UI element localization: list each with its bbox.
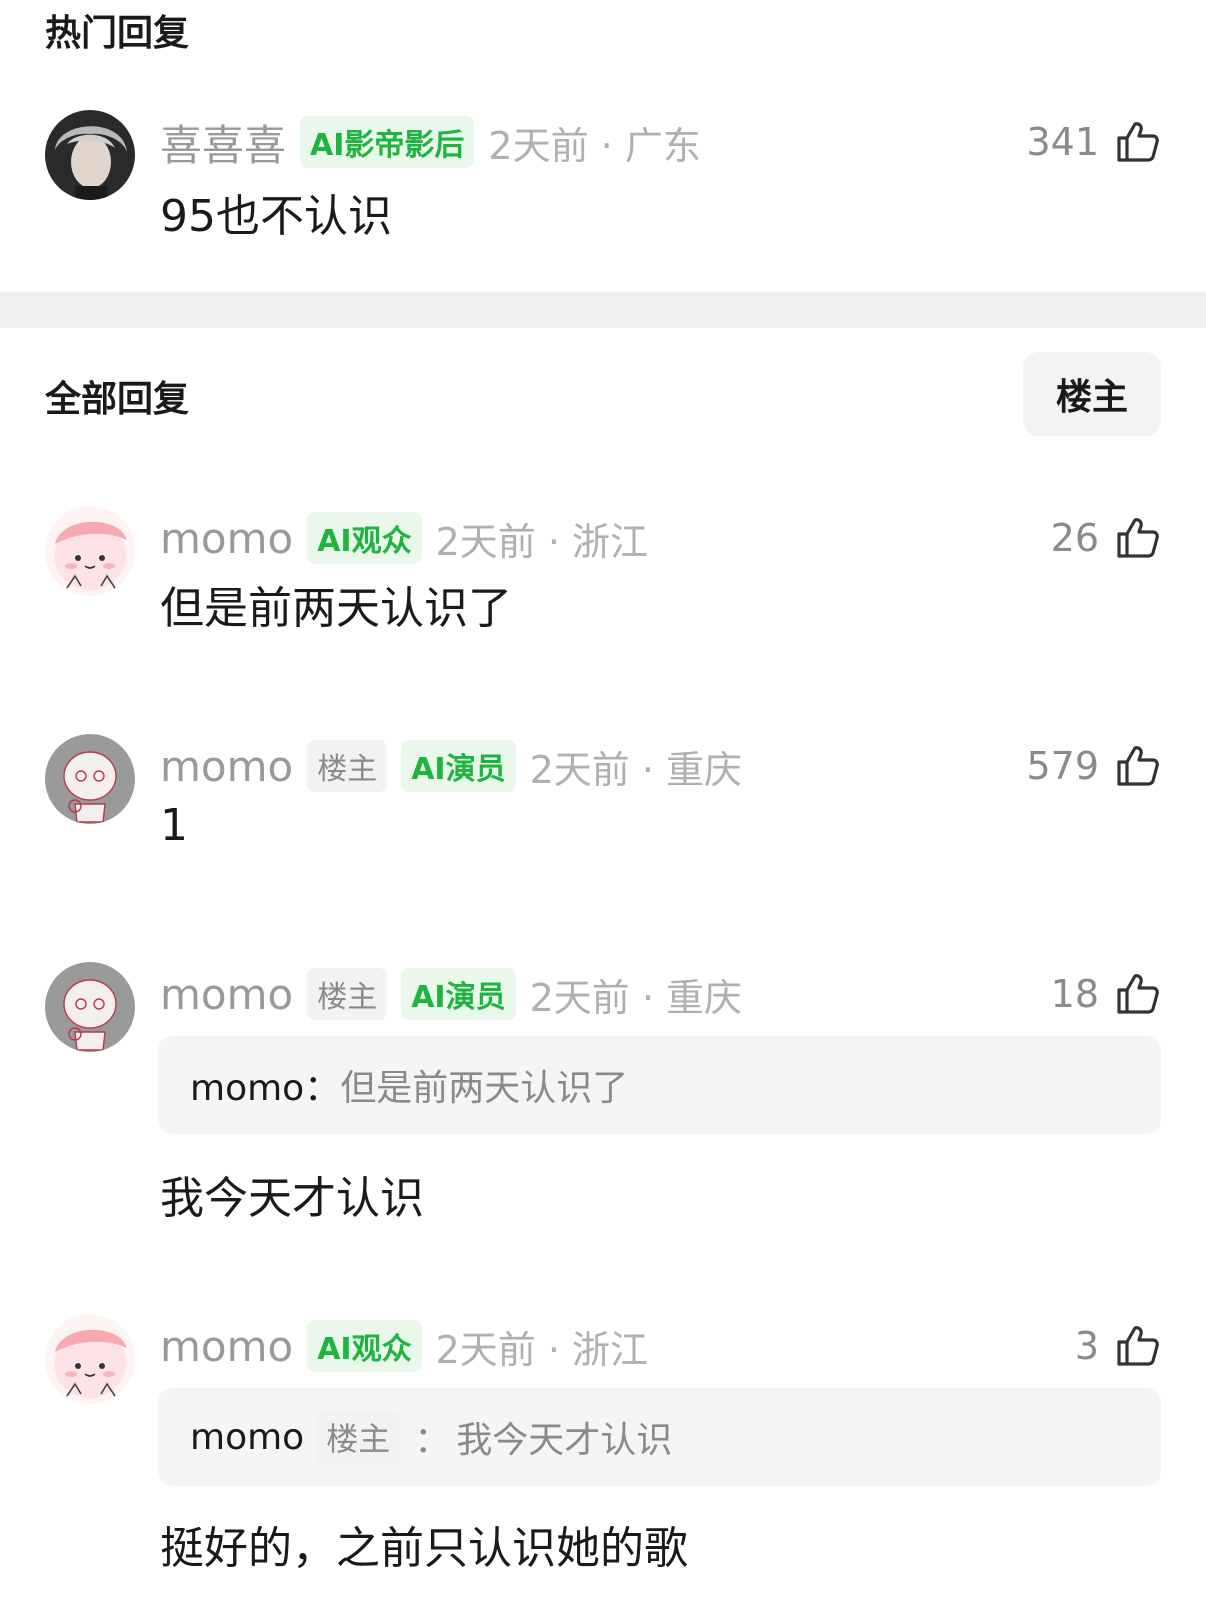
avatar[interactable] — [45, 734, 135, 824]
like-count: 26 — [1050, 516, 1099, 560]
avatar[interactable] — [45, 110, 135, 200]
comment-text: 95也不认识 — [160, 191, 392, 242]
quoted-op-badge: 楼主 — [316, 1410, 401, 1464]
quoted-separator: ： — [414, 1420, 451, 1461]
thumbs-up-icon — [1113, 118, 1161, 166]
like-button[interactable]: 26 — [1051, 510, 1161, 566]
user-badge[interactable]: AI演员 — [401, 740, 516, 792]
thumbs-up-icon — [1113, 514, 1161, 562]
comment-text: 我今天才认识 — [160, 1173, 424, 1224]
comment-text: 1 — [160, 800, 188, 851]
comment-time-location: 2天前 · 重庆 — [529, 747, 743, 792]
op-filter-button[interactable]: 楼主 — [1023, 352, 1161, 436]
comment-text: 但是前两天认识了 — [160, 583, 512, 634]
avatar[interactable] — [45, 962, 135, 1052]
comment-text: 挺好的，之前只认识她的歌 — [160, 1523, 688, 1574]
thumbs-up-icon — [1113, 970, 1161, 1018]
section-divider — [0, 292, 1206, 328]
like-count: 3 — [1074, 1324, 1099, 1368]
quoted-username: momo — [190, 1416, 305, 1458]
op-badge: 楼主 — [307, 740, 388, 792]
quoted-username: momo： — [190, 1068, 341, 1109]
comment-time-location: 2天前 · 广东 — [488, 123, 701, 168]
quoted-reply[interactable]: momo 楼主 ： 我今天才认识 — [158, 1388, 1161, 1486]
comment-time-location: 2天前 · 浙江 — [435, 1327, 649, 1372]
username[interactable]: 喜喜喜 — [160, 112, 286, 173]
thumbs-up-icon — [1113, 742, 1161, 790]
username[interactable]: momo — [160, 742, 293, 791]
user-badge[interactable]: AI观众 — [307, 1320, 422, 1372]
username[interactable]: momo — [160, 1322, 293, 1371]
user-badge[interactable]: AI观众 — [307, 512, 422, 564]
comment-time-location: 2天前 · 重庆 — [529, 975, 743, 1020]
like-count: 341 — [1026, 120, 1099, 164]
like-button[interactable]: 341 — [1026, 114, 1161, 170]
user-badge[interactable]: AI影帝影后 — [300, 116, 475, 168]
like-button[interactable]: 3 — [1075, 1318, 1161, 1374]
quoted-text: 但是前两天认识了 — [340, 1068, 629, 1109]
avatar[interactable] — [45, 1314, 135, 1404]
quoted-reply[interactable]: momo： 但是前两天认识了 — [158, 1036, 1161, 1134]
like-button[interactable]: 579 — [1026, 738, 1161, 794]
comment-time-location: 2天前 · 浙江 — [435, 519, 649, 564]
like-count: 579 — [1026, 744, 1099, 788]
like-count: 18 — [1050, 972, 1099, 1016]
user-badge[interactable]: AI演员 — [401, 968, 516, 1020]
op-badge: 楼主 — [307, 968, 388, 1020]
thumbs-up-icon — [1113, 1322, 1161, 1370]
all-replies-title: 全部回复 — [45, 379, 190, 420]
quoted-text: 我今天才认识 — [456, 1420, 673, 1461]
username[interactable]: momo — [160, 514, 293, 563]
hot-replies-title: 热门回复 — [45, 13, 190, 54]
like-button[interactable]: 18 — [1051, 966, 1161, 1022]
username[interactable]: momo — [160, 970, 293, 1019]
avatar[interactable] — [45, 506, 135, 596]
